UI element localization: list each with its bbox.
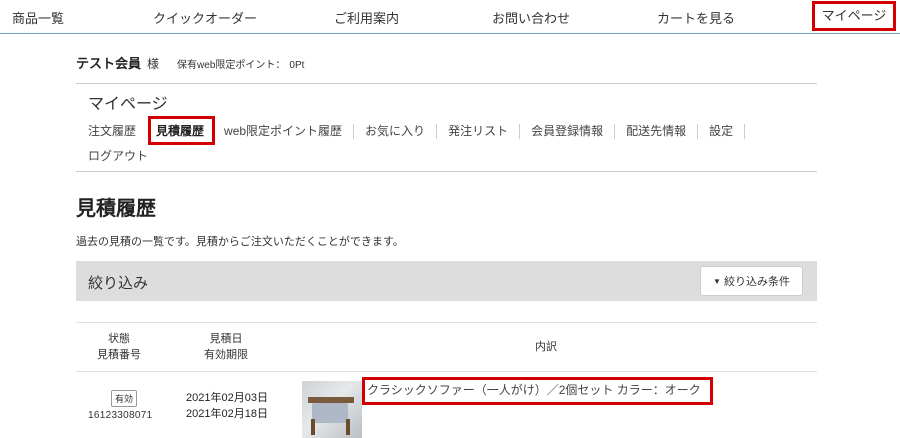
product-name-link[interactable]: クラシックソファー（一人がけ）／2個セット カラー：オーク xyxy=(362,377,713,405)
mypage-heading: マイページ xyxy=(88,96,168,113)
header-status: 状態 見積番号 xyxy=(76,331,162,363)
table-row: 有効 16123308071 2021年02月03日 2021年02月18日 ク… xyxy=(76,373,817,438)
header-status-label: 状態 xyxy=(108,333,130,345)
thumb-seat xyxy=(312,403,348,423)
quote-dates: 2021年02月03日 2021年02月18日 xyxy=(186,390,268,422)
header-quote-date-label: 見積日 xyxy=(209,333,243,345)
filter-label: 絞り込み xyxy=(88,275,149,292)
subnav-logout[interactable]: ログアウト xyxy=(88,147,148,164)
header-quote-number-label: 見積番号 xyxy=(97,349,141,361)
filter-bar: 絞り込み ▼ 絞り込み条件 xyxy=(76,261,817,301)
status-badge: 有効 xyxy=(111,390,138,407)
nav-contact[interactable]: お問い合わせ xyxy=(492,8,570,27)
points-value: 0Pt xyxy=(289,60,305,71)
filter-button-label: 絞り込み条件 xyxy=(723,276,790,288)
caret-down-icon: ▼ xyxy=(713,276,721,286)
subnav-member-info[interactable]: 会員登録情報 xyxy=(520,123,616,139)
subnav-shipping-info[interactable]: 配送先情報 xyxy=(615,123,699,139)
top-nav: 商品一覧 クイックオーダー ご利用案内 お問い合わせ カートを見る マイページ xyxy=(0,0,900,34)
expiry-date: 2021年02月18日 xyxy=(186,408,268,420)
subnav-settings[interactable]: 設定 xyxy=(698,123,746,139)
quote-number: 16123308071 xyxy=(88,410,153,421)
divider-subnav xyxy=(76,171,817,172)
subnav-favorites[interactable]: お気に入り xyxy=(354,123,438,139)
thumb-leg-left xyxy=(311,419,315,435)
points-label: 保有web限定ポイント： xyxy=(177,60,286,71)
header-details: 内訳 xyxy=(535,341,557,353)
product-thumbnail[interactable] xyxy=(302,381,362,438)
subnav-order-list[interactable]: 発注リスト xyxy=(437,123,521,139)
quote-date: 2021年02月03日 xyxy=(186,392,268,404)
member-suffix: 様 xyxy=(147,57,160,71)
member-info: テスト会員様 保有web限定ポイント： 0Pt xyxy=(76,53,304,73)
nav-products[interactable]: 商品一覧 xyxy=(12,8,64,27)
divider-top xyxy=(76,83,817,84)
table-header: 状態 見積番号 見積日 有効期限 内訳 xyxy=(76,322,817,372)
header-dates: 見積日 有効期限 xyxy=(176,331,276,363)
nav-quick-order[interactable]: クイックオーダー xyxy=(153,8,257,27)
nav-guide[interactable]: ご利用案内 xyxy=(334,8,399,27)
header-expiry-label: 有効期限 xyxy=(204,349,248,361)
subnav-order-history[interactable]: 注文履歴 xyxy=(88,124,147,139)
nav-cart[interactable]: カートを見る xyxy=(657,8,735,27)
filter-conditions-button[interactable]: ▼ 絞り込み条件 xyxy=(700,266,803,296)
subnav-point-history[interactable]: web限定ポイント履歴 xyxy=(213,123,355,139)
thumb-leg-right xyxy=(346,419,350,435)
member-name: テスト会員 xyxy=(76,56,142,71)
page-description: 過去の見積の一覧です。見積からご注文いただくことができます。 xyxy=(76,236,404,248)
page-title: 見積履歴 xyxy=(76,198,156,220)
active-tab-highlight xyxy=(148,116,215,145)
nav-mypage[interactable]: マイページ xyxy=(812,1,896,31)
